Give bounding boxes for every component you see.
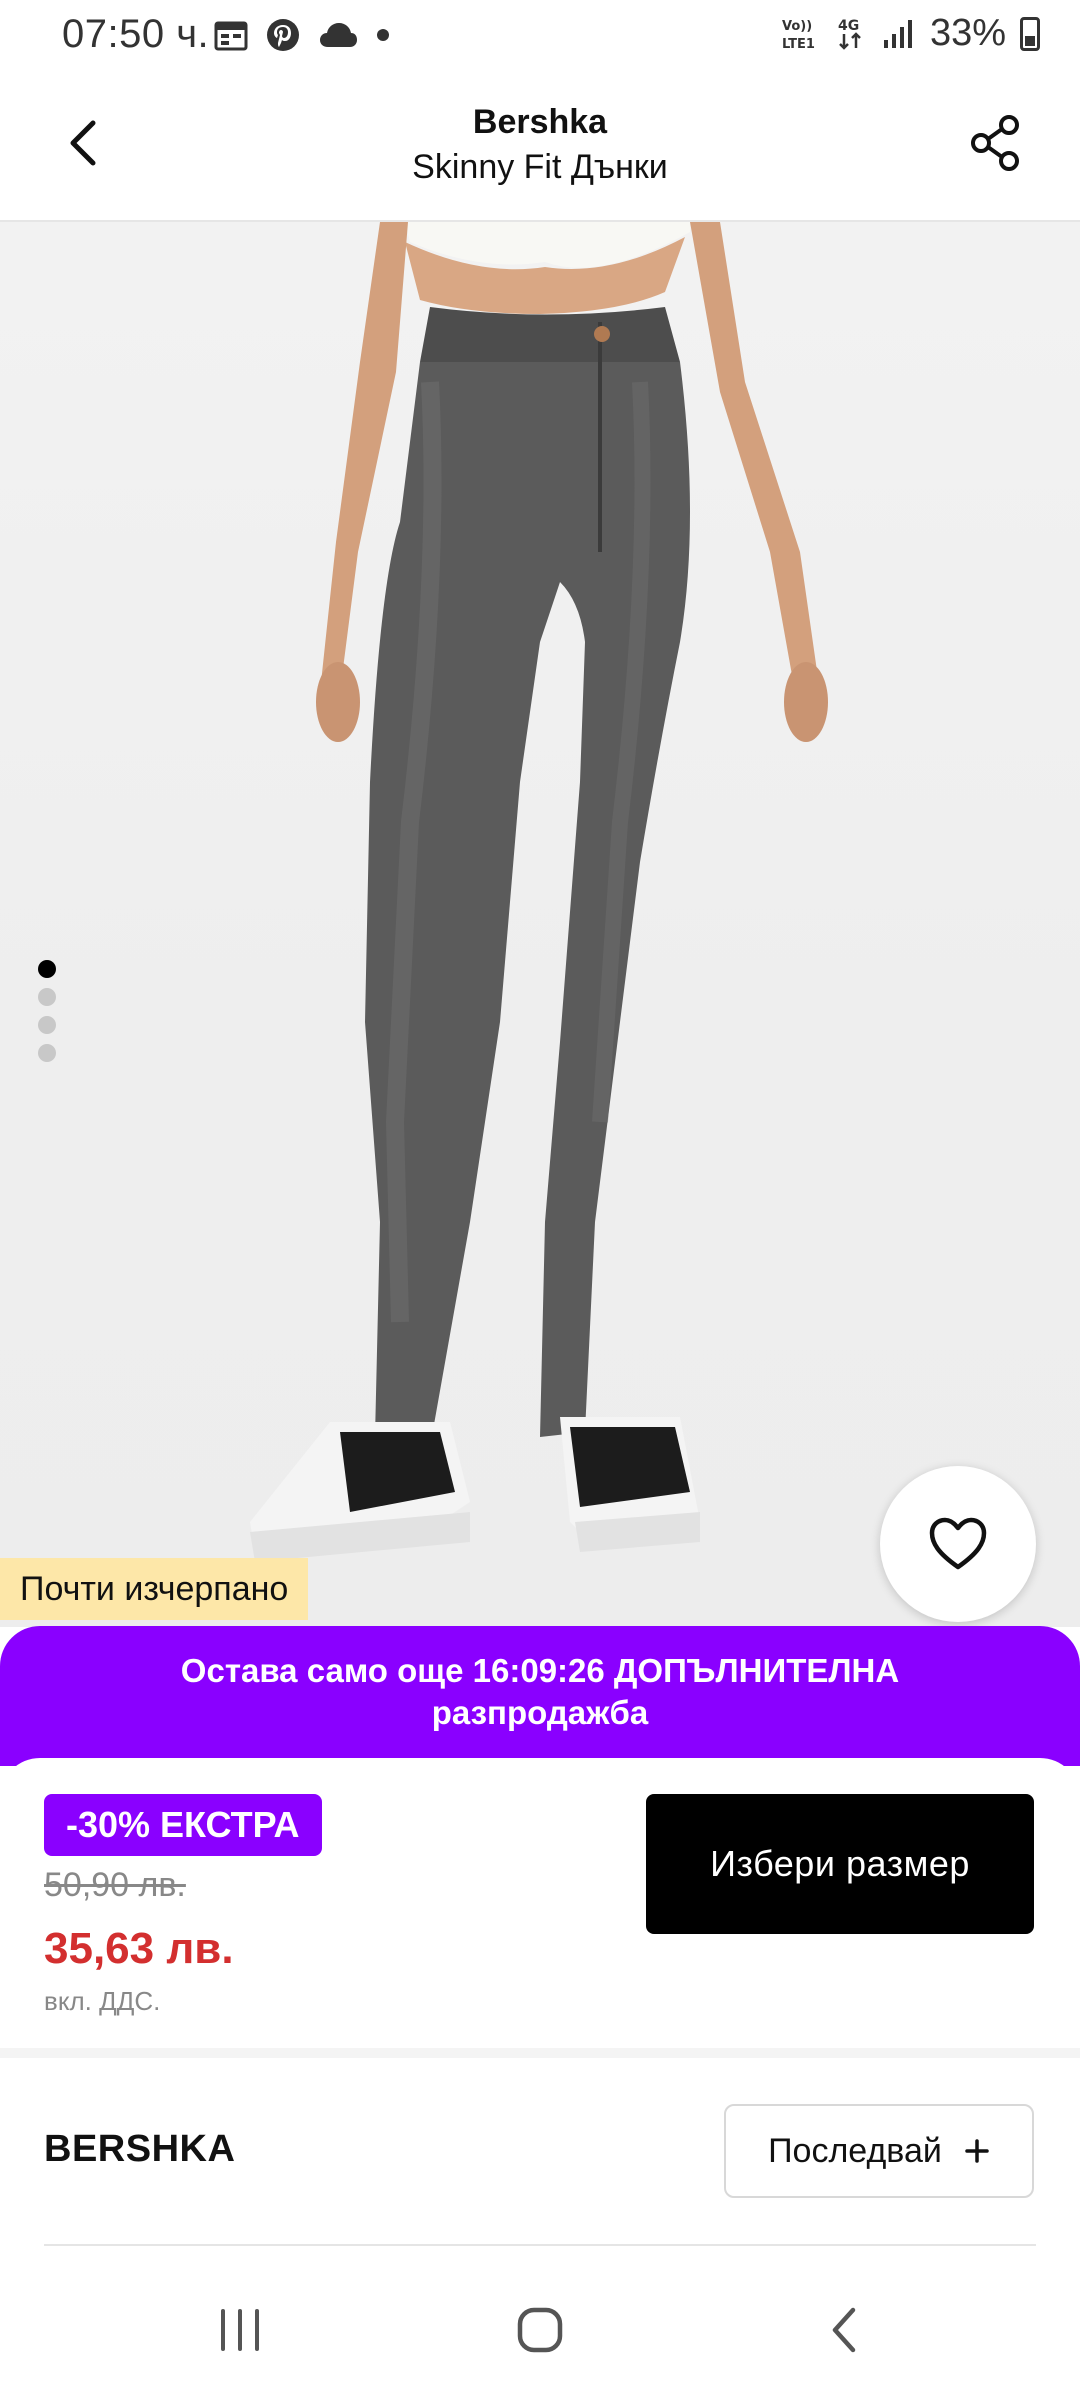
product-title: Skinny Fit Дънки [412, 148, 668, 186]
follow-label: Последвай [768, 2131, 942, 2170]
calendar-icon [214, 21, 248, 51]
pinterest-icon [267, 19, 299, 51]
gallery-dot-active[interactable] [38, 960, 56, 978]
divider [44, 2244, 1036, 2246]
follow-brand-button[interactable]: Последвай [724, 2104, 1034, 2198]
old-price: 50,90 лв. [44, 1866, 186, 1904]
plus-icon [965, 2139, 989, 2163]
status-system-icons: Vo)) LTE1 4G 33% [780, 12, 1040, 55]
back-arrow-icon [70, 120, 96, 166]
wishlist-button[interactable] [880, 1466, 1036, 1622]
product-header: Bershka Skinny Fit Дънки [0, 72, 1080, 222]
gallery-dot[interactable] [38, 1044, 56, 1062]
svg-text:Vo)): Vo)) [782, 19, 812, 34]
section-divider [0, 2048, 1080, 2058]
promo-countdown-banner: Остава само още 16:09:26 ДОПЪЛНИТЕЛНА ра… [0, 1626, 1080, 1766]
brand-name: BERSHKA [44, 2128, 236, 2170]
price-card: -30% ЕКСТРА 50,90 лв. 35,63 лв. вкл. ДДС… [0, 1758, 1080, 2048]
share-button[interactable] [960, 108, 1030, 178]
status-time: 07:50 ч. [62, 12, 210, 56]
gallery-dot[interactable] [38, 988, 56, 1006]
network-4g-icon: 4G [838, 18, 861, 50]
vat-note: вкл. ДДС. [44, 1986, 161, 2016]
volte-icon: Vo)) LTE1 [782, 19, 815, 52]
heart-icon [929, 1517, 987, 1570]
nav-back-button[interactable] [795, 2290, 895, 2370]
system-navigation-bar [0, 2250, 1080, 2408]
nav-back-icon [832, 2307, 856, 2353]
current-price: 35,63 лв. [44, 1924, 234, 1973]
battery-percentage: 33% [929, 12, 1006, 54]
product-photo [250, 222, 828, 1562]
home-icon [517, 2307, 563, 2353]
home-button[interactable] [490, 2290, 590, 2370]
product-image-gallery[interactable] [0, 222, 1080, 1627]
promo-text: Остава само още 16:09:26 ДОПЪЛНИТЕЛНА ра… [180, 1652, 900, 1731]
dot-icon [377, 29, 389, 41]
svg-text:4G: 4G [838, 18, 859, 34]
header-titles: Bershka Skinny Fit Дънки [200, 100, 880, 190]
brand-section: BERSHKA Последвай [0, 2058, 1080, 2248]
back-button[interactable] [48, 108, 118, 178]
recent-apps-button[interactable] [190, 2290, 290, 2370]
status-notification-icons [214, 18, 390, 52]
brand-title: Bershka [472, 103, 608, 141]
select-size-button[interactable]: Избери размер [646, 1794, 1034, 1934]
cloud-icon [320, 23, 357, 47]
status-bar: 07:50 ч. Vo)) LTE1 4G 33% [0, 0, 1080, 72]
stock-badge: Почти изчерпано [0, 1558, 309, 1620]
recent-apps-icon [221, 2309, 259, 2351]
gallery-pagination [38, 960, 56, 1062]
svg-text:LTE1: LTE1 [782, 37, 815, 52]
share-icon [971, 115, 1019, 171]
battery-icon [1020, 16, 1040, 51]
signal-icon [883, 19, 912, 48]
discount-badge: -30% ЕКСТРА [44, 1794, 322, 1856]
gallery-dot[interactable] [38, 1016, 56, 1034]
